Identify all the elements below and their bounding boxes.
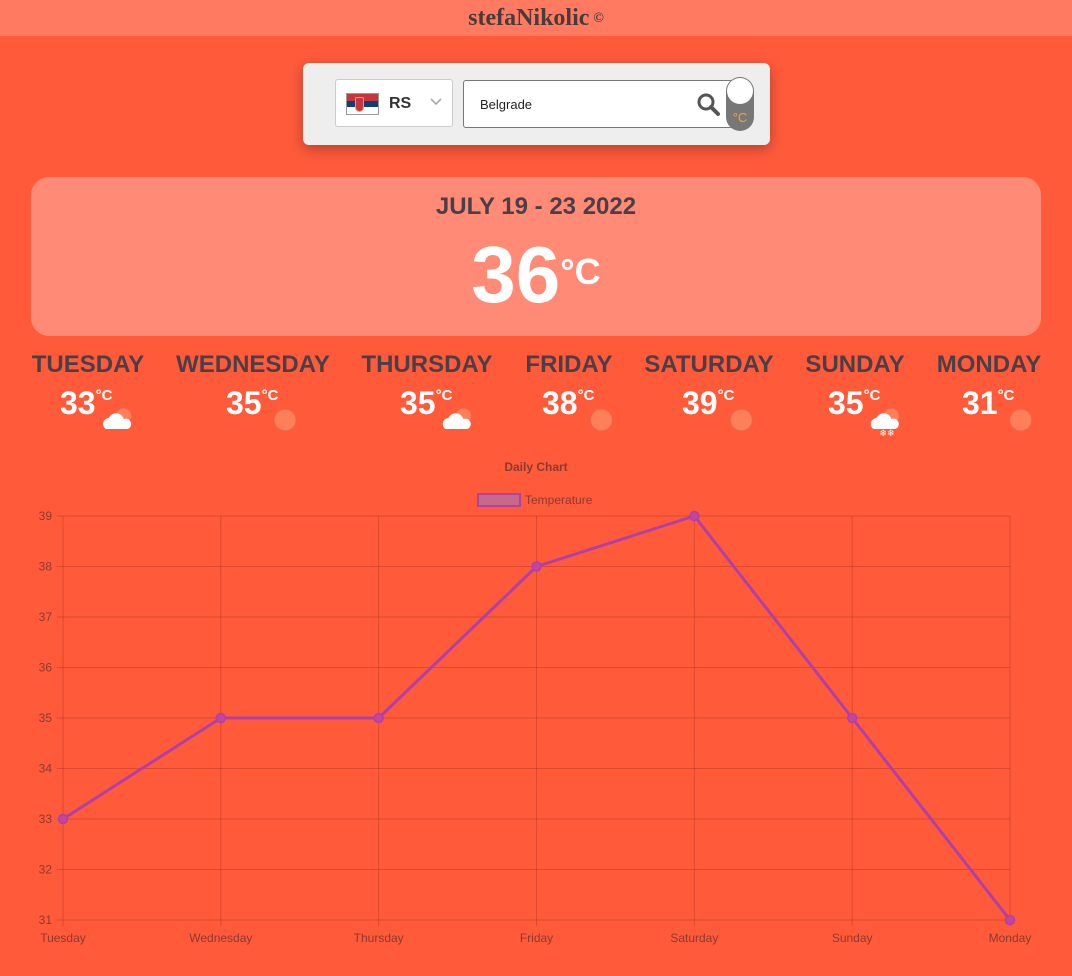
y-tick-label: 32: [39, 863, 53, 877]
temperature-point: [531, 561, 542, 572]
forecast-day-temp-unit: °C: [997, 387, 1015, 404]
forecast-day-name: MONDAY: [936, 351, 1042, 378]
sun-icon: [1001, 407, 1037, 437]
chart-title: Daily Chart: [504, 460, 567, 474]
forecast-day-name: FRIDAY: [525, 351, 613, 378]
daily-chart-svg: Daily Chart Temperature 31 32 33 34 35 36 37 38 39…: [39, 460, 1032, 945]
svg-text:❄❄: ❄❄: [879, 429, 894, 439]
current-temperature-unit: °C: [560, 251, 601, 292]
sun-icon: [581, 407, 617, 437]
temperature-point: [215, 712, 227, 724]
top-bar: stefaNikolic ©: [0, 0, 1072, 36]
country-select[interactable]: RS: [335, 79, 453, 127]
brand-title: stefaNikolic ©: [468, 5, 604, 32]
x-tick-label: Monday: [989, 931, 1032, 945]
temperature-point: [373, 712, 384, 724]
country-code: RS: [389, 95, 412, 112]
x-tick-label: Thursday: [354, 931, 404, 945]
city-search-input[interactable]: [463, 80, 733, 128]
forecast-day-temp-value: 38: [541, 385, 578, 421]
temperature-point: [1004, 914, 1016, 926]
forecast-day: MONDAY 31°C: [936, 351, 1042, 432]
current-weather-card: JULY 19 - 23 2022 36°C: [31, 177, 1041, 336]
forecast-day: SATURDAY 39°C: [644, 351, 774, 432]
forecast-day-temp-value: 35: [399, 385, 436, 421]
temperature-point: [57, 813, 69, 825]
forecast-day-name: SATURDAY: [644, 351, 774, 378]
unit-toggle[interactable]: °C: [726, 77, 754, 131]
current-temperature-value: 36: [471, 230, 561, 319]
forecast-day-temp-value: 35: [827, 385, 864, 421]
forecast-day-temp-unit: °C: [577, 387, 595, 404]
forecast-day-temp-unit: °C: [863, 387, 881, 404]
forecast-day: FRIDAY 38°C: [525, 351, 613, 432]
date-range: JULY 19 - 23 2022: [435, 193, 637, 220]
forecast-day-temp-value: 31: [962, 385, 998, 421]
serbia-flag-icon: [346, 93, 379, 115]
current-temperature: 36°C: [31, 229, 1041, 321]
forecast-day-temp-unit: °C: [95, 387, 113, 404]
temperature-point: [846, 712, 858, 724]
snow-cloud-sun-icon: ❄❄: [867, 407, 903, 439]
legend-label: Temperature: [525, 493, 593, 507]
x-tick-label: Wednesday: [189, 931, 252, 945]
forecast-day-temp-unit: °C: [717, 387, 735, 404]
y-tick-label: 35: [39, 711, 53, 725]
forecast-day-temp-value: 33: [59, 385, 96, 421]
forecast-day-name: WEDNESDAY: [176, 351, 330, 378]
forecast-day-name: SUNDAY: [805, 351, 905, 378]
toggle-knob: [727, 78, 753, 104]
forecast-day-temp-value: 35: [226, 385, 262, 421]
forecast-day-name: TUESDAY: [31, 351, 145, 378]
x-tick-label: Friday: [520, 931, 553, 945]
y-tick-label: 36: [39, 661, 53, 675]
legend-swatch: [477, 493, 521, 507]
x-tick-label: Saturday: [670, 931, 718, 945]
brand-name: stefaNikolic: [468, 4, 590, 31]
y-tick-label: 39: [39, 509, 53, 523]
unit-toggle-label: °C: [732, 110, 748, 125]
chevron-down-icon: [430, 95, 442, 112]
forecast-day: TUESDAY 33°C: [31, 351, 145, 429]
search-panel: RS °C: [303, 63, 770, 145]
forecast-day: THURSDAY 35°C: [361, 351, 493, 429]
forecast-day-temp-value: 39: [681, 385, 718, 421]
forecast-day: SUNDAY 35°C ❄❄: [805, 351, 905, 439]
x-tick-label: Tuesday: [40, 931, 86, 945]
y-tick-label: 33: [39, 812, 53, 826]
forecast-day-temp-unit: °C: [435, 387, 453, 404]
y-tick-label: 38: [39, 560, 53, 574]
sun-icon: [265, 407, 301, 437]
search-icon[interactable]: [697, 93, 720, 116]
daily-chart: Daily Chart Temperature 31 32 33 34 35 36 37 38 39…: [0, 450, 1072, 971]
cloud-sun-icon: [439, 407, 475, 437]
y-tick-label: 31: [39, 913, 53, 927]
y-tick-label: 34: [39, 762, 53, 776]
x-tick-label: Sunday: [832, 931, 873, 945]
cloud-sun-icon: [100, 407, 136, 437]
forecast-day-temp-unit: °C: [261, 387, 279, 404]
copyright-symbol: ©: [593, 10, 604, 26]
y-tick-label: 37: [39, 610, 53, 624]
forecast-day-name: THURSDAY: [361, 351, 493, 378]
forecast-day: WEDNESDAY 35°C: [176, 351, 330, 432]
temperature-point: [689, 510, 700, 522]
sun-icon: [721, 407, 757, 437]
